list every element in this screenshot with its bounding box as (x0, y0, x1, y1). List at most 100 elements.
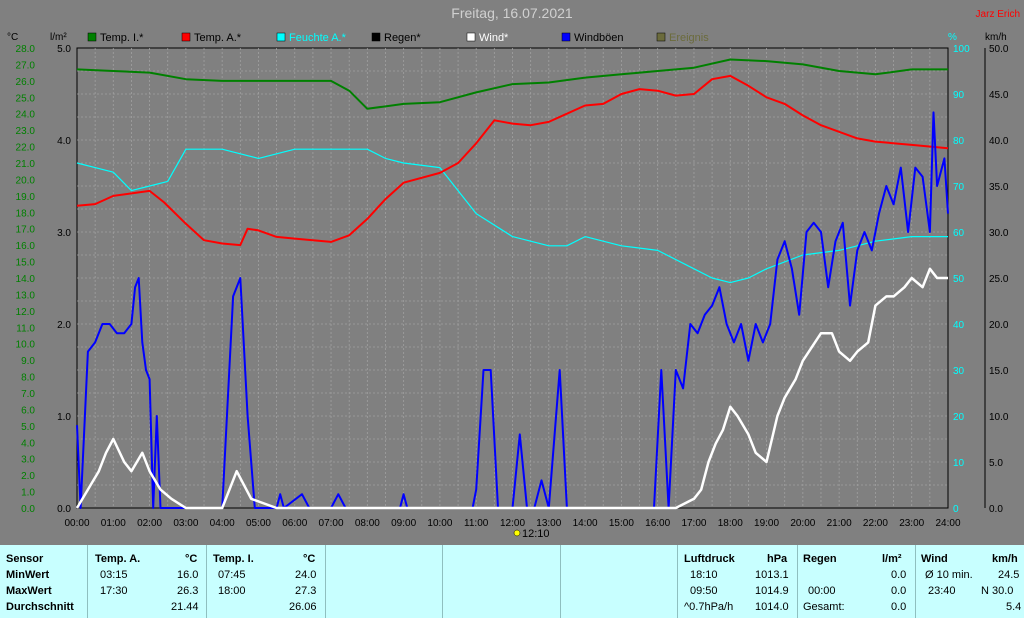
rain-tick-label: 2.0 (57, 320, 71, 331)
x-tick-label: 22:00 (863, 518, 888, 529)
wind-tick-label: 30.0 (989, 228, 1009, 239)
temp-i-min-time: 07:45 (218, 569, 246, 581)
temp-a-avg: 21.44 (171, 601, 199, 613)
temp-tick-label: 11.0 (16, 323, 35, 334)
humidity-tick-label: 0 (953, 504, 959, 515)
humidity-tick-label: 10 (953, 458, 965, 469)
pressure-trend-label: ^0.7hPa/h (684, 601, 734, 613)
temp-a-max-val: 26.3 (177, 585, 199, 597)
pressure-max-val: 1014.9 (755, 585, 789, 597)
temp-tick-label: 15.0 (16, 258, 36, 269)
temp-tick-label: 28.0 (16, 44, 36, 55)
legend-swatch (561, 32, 571, 42)
wind-avg: 5.4 (1006, 601, 1022, 613)
temp-i-avg: 26.06 (289, 601, 317, 613)
x-tick-label: 21:00 (827, 518, 852, 529)
x-tick-label: 10:00 (427, 518, 452, 529)
sun-marker-label: 12:10 (522, 528, 550, 540)
temp-i-max-time: 18:00 (218, 585, 246, 597)
temp-tick-label: 18.0 (16, 208, 36, 219)
chart-legend: Temp. I.* Temp. A.* Feuchte A.* Regen* Wind*… (87, 32, 709, 44)
temp-tick-label: 2.0 (21, 471, 35, 482)
x-tick-label: 17:00 (681, 518, 706, 529)
wind-tick-label: 5.0 (989, 458, 1003, 469)
rain-max-time: 00:00 (808, 585, 836, 597)
humidity-tick-label: 60 (953, 228, 965, 239)
unit-humidity-label: % (948, 32, 957, 43)
author-label: Jarz Erich (976, 9, 1020, 20)
rain-header: Regen (803, 553, 837, 565)
x-tick-label: 08:00 (355, 518, 380, 529)
x-tick-label: 09:00 (391, 518, 416, 529)
temp-tick-label: 1.0 (21, 488, 35, 499)
wind-unit: km/h (992, 553, 1018, 565)
humidity-tick-label: 80 (953, 136, 965, 147)
temp-tick-label: 26.0 (16, 77, 36, 88)
temp-tick-label: 13.0 (16, 290, 36, 301)
humidity-tick-label: 50 (953, 274, 965, 285)
unit-rain-label: l/m² (50, 32, 67, 43)
humidity-tick-label: 40 (953, 320, 965, 331)
temp-tick-label: 24.0 (16, 110, 36, 121)
legend-label: Temp. A.* (194, 32, 242, 44)
temp-tick-label: 9.0 (21, 356, 35, 367)
legend-label: Temp. I.* (100, 32, 144, 44)
temp-i-max-val: 27.3 (295, 585, 317, 597)
legend-swatch (656, 32, 666, 42)
weather-chart: Freitag, 16.07.2021 Jarz Erich °C l/m² %… (7, 5, 1020, 540)
temp-tick-label: 25.0 (16, 93, 36, 104)
x-tick-label: 00:00 (64, 518, 89, 529)
humidity-tick-label: 100 (953, 44, 970, 55)
pressure-trend-val: 1014.0 (755, 601, 789, 613)
temp-tick-label: 27.0 (16, 60, 36, 71)
x-tick-label: 02:00 (137, 518, 162, 529)
legend-swatch (276, 32, 286, 42)
wind-avg10-val: 24.5 (998, 569, 1020, 581)
temp-tick-label: 19.0 (16, 192, 36, 203)
sun-icon (513, 529, 521, 537)
wind-tick-label: 20.0 (989, 320, 1009, 331)
x-tick-label: 18:00 (718, 518, 743, 529)
x-tick-label: 23:00 (899, 518, 924, 529)
x-tick-label: 05:00 (246, 518, 271, 529)
pressure-min-time: 18:10 (690, 569, 718, 581)
humidity-tick-label: 90 (953, 90, 965, 101)
temp-tick-label: 22.0 (16, 143, 36, 154)
wind-tick-label: 45.0 (989, 90, 1009, 101)
statistics-table: Sensor MinWert MaxWert Durchschnitt Temp… (0, 545, 1024, 618)
chart-grid (76, 47, 949, 509)
wind-tick-label: 10.0 (989, 412, 1009, 423)
rain-tick-label: 1.0 (57, 412, 71, 423)
temp-a-min-val: 16.0 (177, 569, 199, 581)
x-tick-label: 07:00 (319, 518, 344, 529)
legend-swatch (181, 32, 191, 42)
wind-tick-label: 0.0 (989, 504, 1003, 515)
temp-tick-label: 4.0 (21, 438, 35, 449)
rain-total-label: Gesamt: (803, 601, 845, 613)
wind-max-val: N 30.0 (981, 585, 1014, 597)
x-tick-label: 24:00 (935, 518, 960, 529)
temp-tick-label: 8.0 (21, 373, 35, 384)
temp-tick-label: 12.0 (16, 307, 36, 318)
legend-label: Feuchte A.* (289, 32, 347, 44)
rain-tick-label: 5.0 (57, 44, 71, 55)
wind-tick-label: 15.0 (989, 366, 1009, 377)
x-tick-label: 20:00 (790, 518, 815, 529)
temp-a-header: Temp. A. (95, 553, 141, 565)
x-tick-label: 01:00 (101, 518, 126, 529)
x-tick-label: 06:00 (282, 518, 307, 529)
rain-unit: l/m² (882, 553, 902, 565)
wind-header: Wind (921, 553, 948, 565)
legend-label: Wind* (479, 32, 509, 44)
temp-tick-label: 20.0 (16, 175, 36, 186)
rain-max-val: 0.0 (891, 585, 907, 597)
legend-swatch (87, 32, 97, 42)
temp-a-unit: °C (185, 553, 198, 565)
rain-min-val: 0.0 (891, 569, 907, 581)
temp-tick-label: 6.0 (21, 405, 35, 416)
x-tick-label: 04:00 (210, 518, 235, 529)
temp-tick-label: 21.0 (16, 159, 36, 170)
temp-tick-label: 0.0 (21, 504, 35, 515)
row-label-min: MinWert (6, 569, 50, 581)
rain-tick-label: 0.0 (57, 504, 71, 515)
